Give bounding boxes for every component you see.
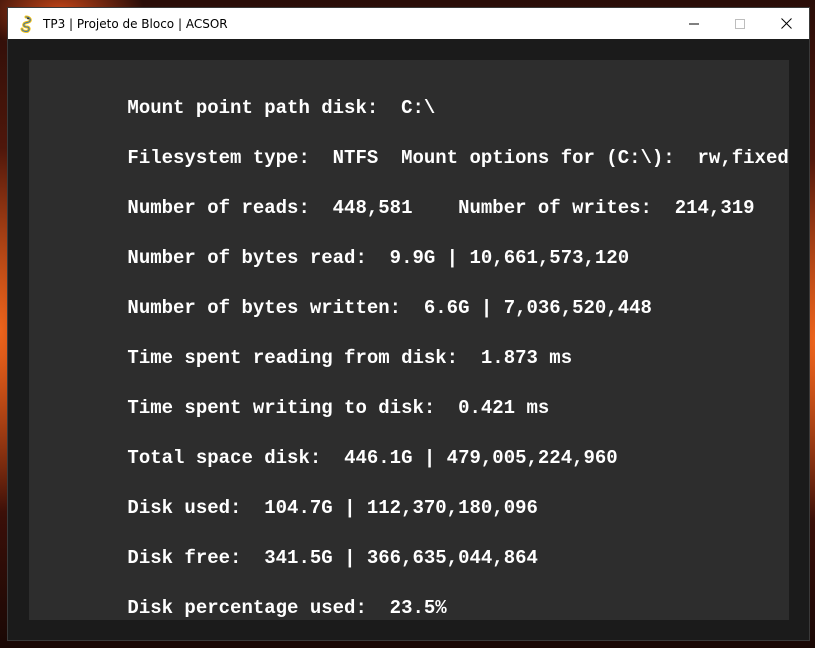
writes-label: Number of writes: <box>412 197 675 219</box>
maximize-button[interactable] <box>717 8 763 39</box>
time-reading-label: Time spent reading from disk: <box>127 347 481 369</box>
bytes-read-value: 9.9G | 10,661,573,120 <box>389 247 630 269</box>
percentage-used-label: Disk percentage used: <box>127 597 390 619</box>
disk-free-label: Disk free: <box>127 547 265 569</box>
disk-info-panel: Mount point path disk: C:\ Filesystem ty… <box>29 60 789 620</box>
pygame-snake-icon <box>20 15 32 33</box>
reads-label: Number of reads: <box>127 197 333 219</box>
close-icon <box>780 18 792 29</box>
mount-options-value: rw,fixed <box>697 147 789 169</box>
window-controls <box>671 8 809 39</box>
mount-point-value: C:\ <box>401 97 436 119</box>
disk-used-value: 104.7G | 112,370,180,096 <box>264 497 538 519</box>
reads-value: 448,581 <box>332 197 413 219</box>
mount-point-label: Mount point path disk: <box>127 97 402 119</box>
title-bar[interactable]: TP3 | Projeto de Bloco | ACSOR <box>8 8 809 39</box>
mount-options-label: Mount options for (C:\): <box>378 147 698 169</box>
time-writing-label: Time spent writing to disk: <box>127 397 459 419</box>
total-space-value: 446.1G | 479,005,224,960 <box>344 447 618 469</box>
window-title: TP3 | Projeto de Bloco | ACSOR <box>43 16 228 31</box>
disk-used-label: Disk used: <box>127 497 265 519</box>
fs-type-label: Filesystem type: <box>127 147 333 169</box>
bytes-written-value: 6.6G | 7,036,520,448 <box>423 297 652 319</box>
time-writing-value: 0.421 ms <box>458 397 550 419</box>
percentage-used-line: Disk percentage used: 23.5% <box>59 575 447 641</box>
close-button[interactable] <box>763 8 809 39</box>
time-reading-value: 1.873 ms <box>480 347 573 369</box>
disk-free-value: 341.5G | 366,635,044,864 <box>264 547 538 569</box>
minimize-icon <box>689 23 699 24</box>
total-space-label: Total space disk: <box>127 447 345 469</box>
app-window: TP3 | Projeto de Bloco | ACSOR Mount poi… <box>8 8 809 640</box>
percentage-used-value: 23.5% <box>389 597 447 619</box>
bytes-written-label: Number of bytes written: <box>127 297 424 319</box>
maximize-icon <box>735 18 745 29</box>
minimize-button[interactable] <box>671 8 717 39</box>
fs-type-value: NTFS <box>332 147 379 169</box>
bytes-read-label: Number of bytes read: <box>127 247 390 269</box>
writes-value: 214,319 <box>674 197 755 219</box>
